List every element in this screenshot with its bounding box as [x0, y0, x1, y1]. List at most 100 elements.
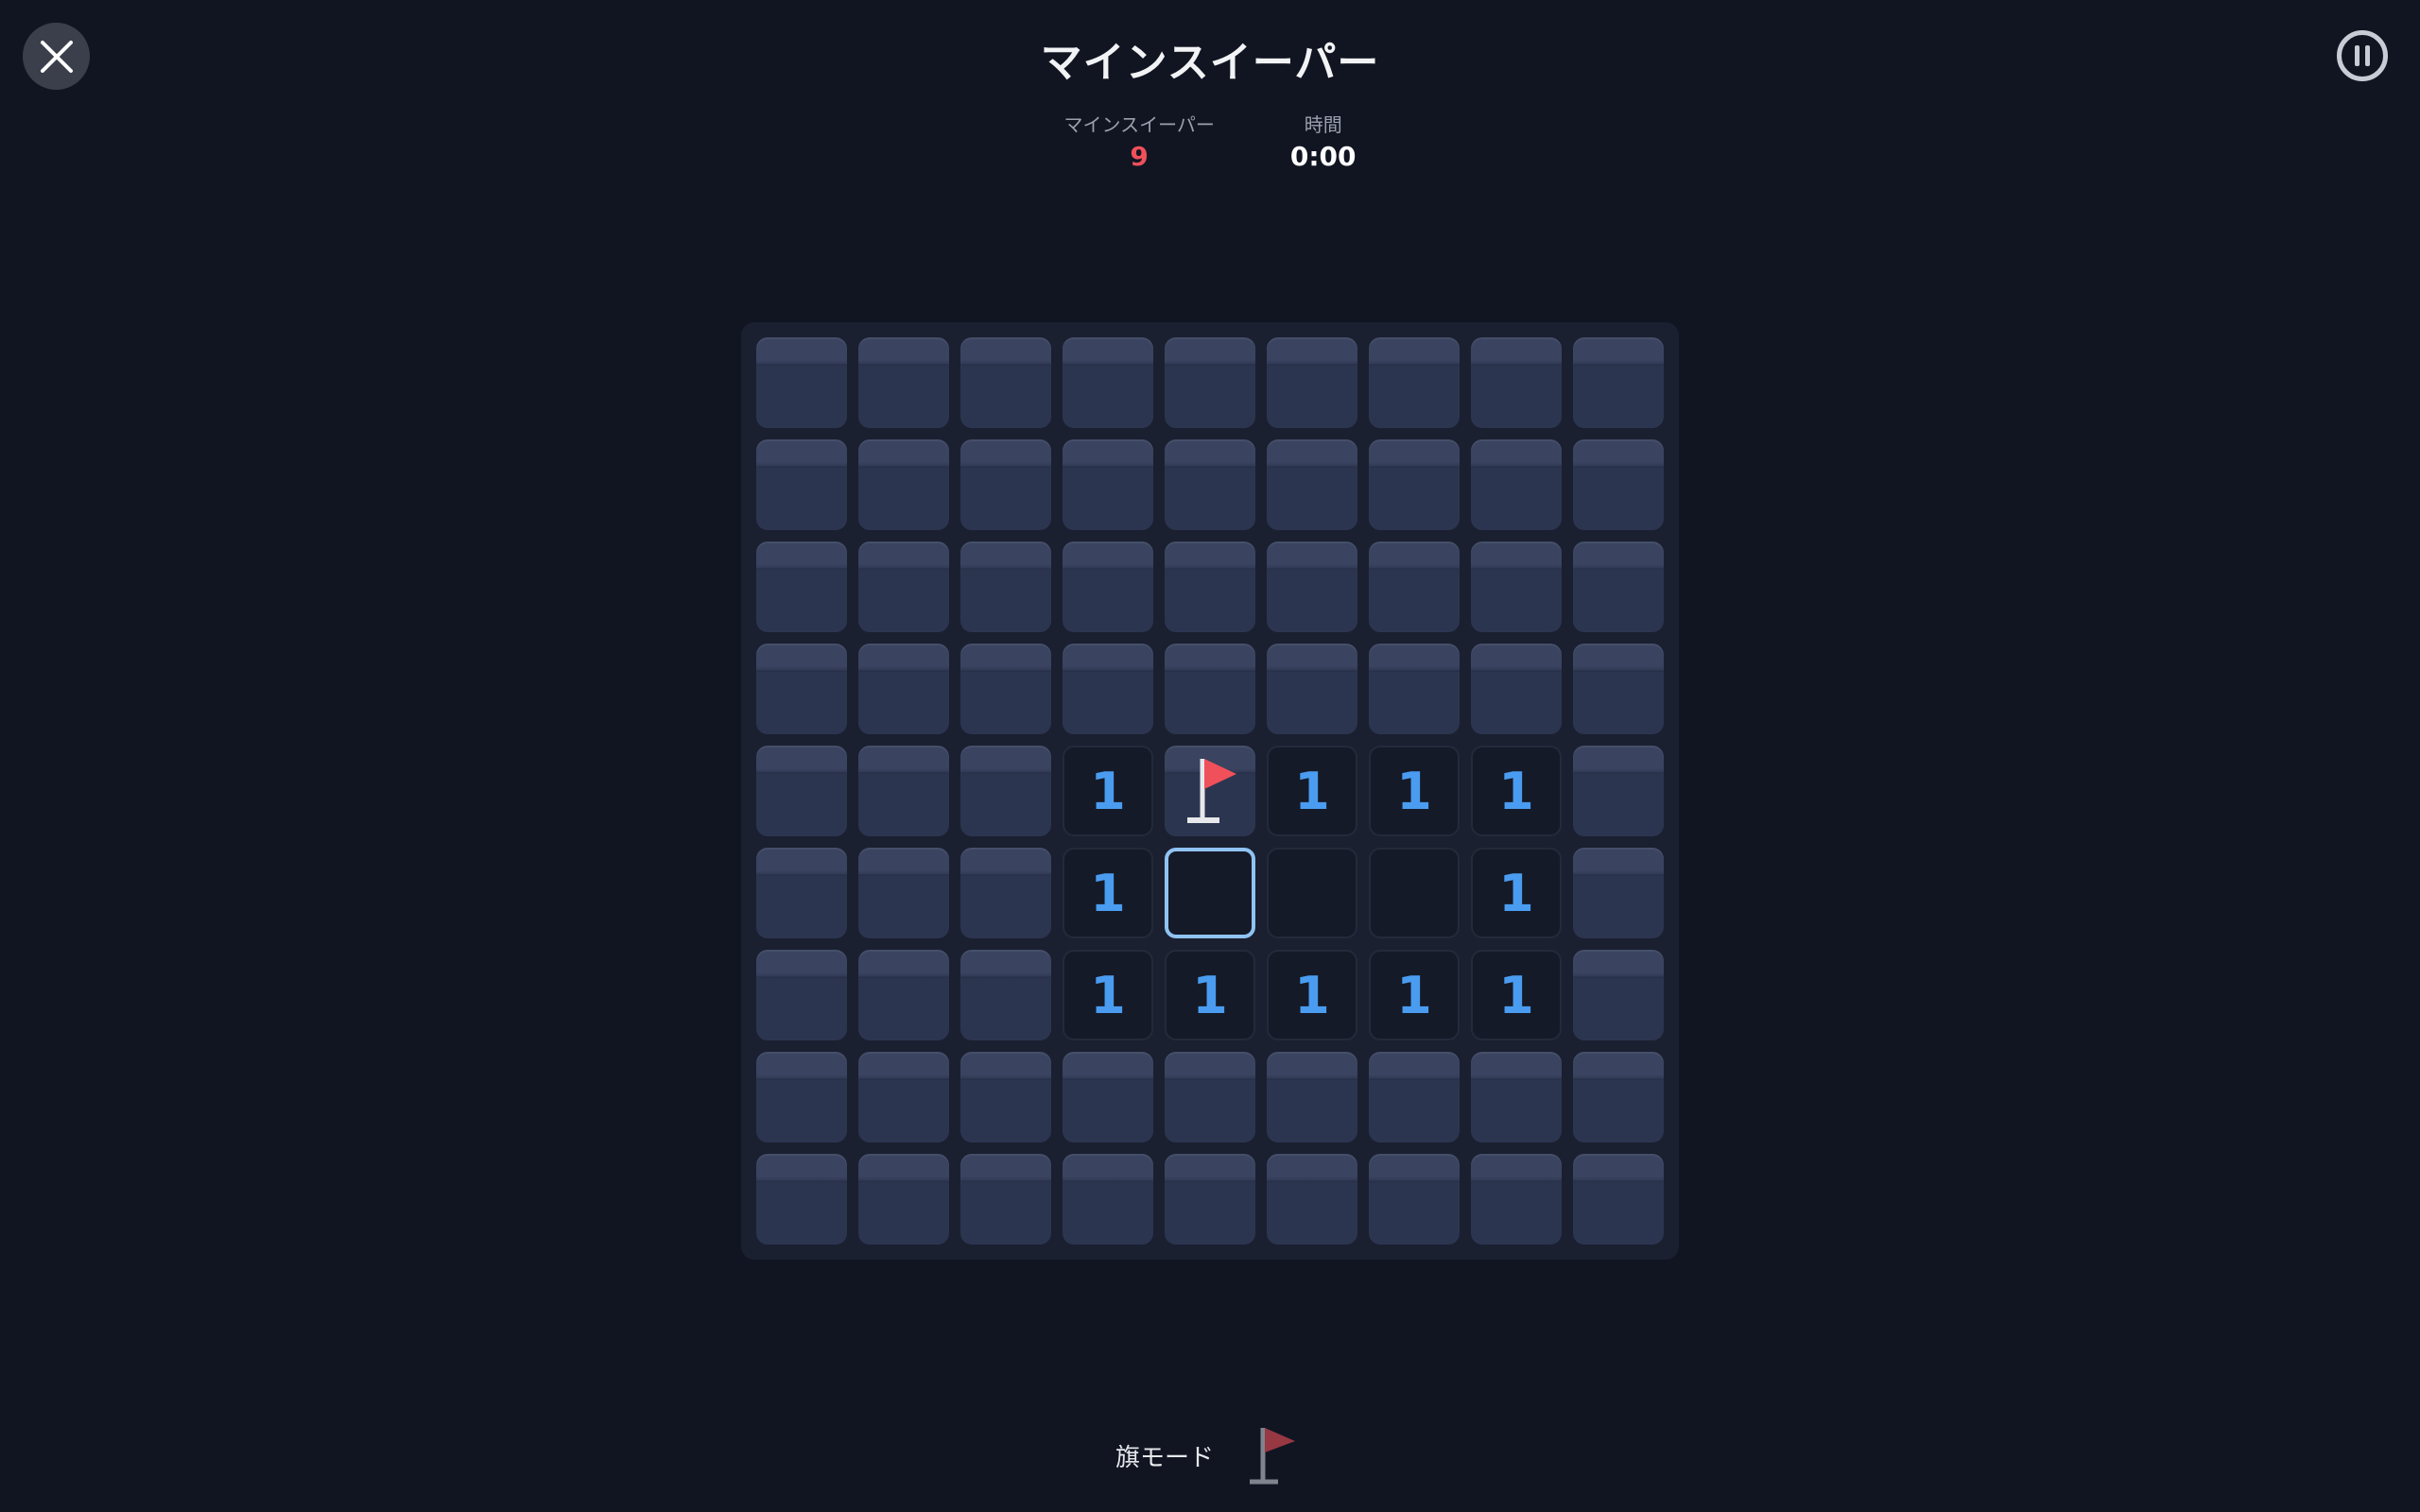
- cell-hidden[interactable]: [1267, 541, 1357, 632]
- cell-hidden[interactable]: [1063, 1154, 1153, 1245]
- cell-hidden[interactable]: [960, 746, 1051, 836]
- cell-number[interactable]: 1: [1267, 950, 1357, 1040]
- cell-hidden[interactable]: [858, 644, 949, 734]
- cell-hidden[interactable]: [960, 950, 1051, 1040]
- cell-hidden[interactable]: [1165, 644, 1255, 734]
- cell-hidden[interactable]: [858, 950, 949, 1040]
- cell-hidden[interactable]: [858, 1052, 949, 1143]
- cell-hidden[interactable]: [960, 439, 1051, 530]
- cell-number[interactable]: 1: [1063, 848, 1153, 938]
- timer-label: 時間: [1304, 113, 1342, 136]
- cell-number-value: 1: [1090, 863, 1126, 923]
- cell-hidden[interactable]: [858, 848, 949, 938]
- cell-hidden[interactable]: [1369, 1154, 1460, 1245]
- cell-hidden[interactable]: [756, 337, 847, 428]
- stats-bar: マインスイーパー 9 時間 0:00: [0, 110, 2420, 172]
- cell-hidden[interactable]: [1063, 1052, 1153, 1143]
- cell-hidden[interactable]: [960, 541, 1051, 632]
- mine-counter: マインスイーパー 9: [1063, 110, 1214, 172]
- cell-hidden[interactable]: [1369, 1052, 1460, 1143]
- cell-number-value: 1: [1498, 761, 1534, 821]
- cell-hidden[interactable]: [1369, 337, 1460, 428]
- cell-hidden[interactable]: [1063, 439, 1153, 530]
- cell-number[interactable]: 1: [1369, 950, 1460, 1040]
- cell-hidden[interactable]: [1471, 1052, 1562, 1143]
- cell-hidden[interactable]: [756, 1154, 847, 1245]
- cell-hidden[interactable]: [1471, 644, 1562, 734]
- cell-hidden[interactable]: [1267, 1154, 1357, 1245]
- cell-number[interactable]: 1: [1267, 746, 1357, 836]
- cell-number[interactable]: 1: [1471, 950, 1562, 1040]
- timer: 時間 0:00: [1290, 110, 1357, 172]
- cell-hidden[interactable]: [756, 746, 847, 836]
- cell-hidden[interactable]: [1471, 541, 1562, 632]
- cell-hidden[interactable]: [756, 541, 847, 632]
- cell-hidden[interactable]: [1165, 439, 1255, 530]
- cell-hidden[interactable]: [1165, 1154, 1255, 1245]
- cell-hidden[interactable]: [1573, 746, 1664, 836]
- cell-flagged[interactable]: [1165, 746, 1255, 836]
- cell-number[interactable]: 1: [1471, 848, 1562, 938]
- cell-empty[interactable]: [1267, 848, 1357, 938]
- cell-hidden[interactable]: [1471, 439, 1562, 530]
- cell-hidden[interactable]: [858, 337, 949, 428]
- flag-mode-button[interactable]: [1242, 1418, 1299, 1493]
- cell-hidden[interactable]: [1573, 1154, 1664, 1245]
- cell-hidden[interactable]: [1063, 541, 1153, 632]
- cell-number-value: 1: [1192, 965, 1228, 1025]
- cell-hidden[interactable]: [1573, 337, 1664, 428]
- cell-number-value: 1: [1294, 965, 1330, 1025]
- cell-hidden[interactable]: [960, 644, 1051, 734]
- cell-hidden[interactable]: [1471, 337, 1562, 428]
- cell-hidden[interactable]: [858, 439, 949, 530]
- cell-hidden[interactable]: [960, 1052, 1051, 1143]
- cell-hidden[interactable]: [1369, 439, 1460, 530]
- cell-hidden[interactable]: [756, 1052, 847, 1143]
- cell-hidden[interactable]: [1267, 337, 1357, 428]
- flag-icon: [1250, 1428, 1295, 1485]
- cell-hidden[interactable]: [960, 1154, 1051, 1245]
- cell-selected[interactable]: [1165, 848, 1255, 938]
- cell-hidden[interactable]: [756, 848, 847, 938]
- cell-hidden[interactable]: [960, 337, 1051, 428]
- flag-icon: [1187, 759, 1236, 823]
- cell-hidden[interactable]: [1369, 644, 1460, 734]
- cell-hidden[interactable]: [1573, 644, 1664, 734]
- cell-hidden[interactable]: [858, 541, 949, 632]
- cell-number[interactable]: 1: [1165, 950, 1255, 1040]
- cell-hidden[interactable]: [1267, 439, 1357, 530]
- cell-hidden[interactable]: [858, 746, 949, 836]
- cell-hidden[interactable]: [756, 950, 847, 1040]
- cell-hidden[interactable]: [858, 1154, 949, 1245]
- cell-number[interactable]: 1: [1369, 746, 1460, 836]
- cell-number-value: 1: [1396, 761, 1432, 821]
- cell-number-value: 1: [1498, 863, 1534, 923]
- minesweeper-app: マインスイーパー マインスイーパー 9 時間 0:00 1 1 1 1 1 1 1 1 1 11 …: [0, 0, 2420, 1512]
- cell-hidden[interactable]: [1471, 1154, 1562, 1245]
- cell-hidden[interactable]: [1369, 541, 1460, 632]
- cell-hidden[interactable]: [1573, 1052, 1664, 1143]
- cell-empty[interactable]: [1369, 848, 1460, 938]
- pause-button[interactable]: [2337, 30, 2388, 81]
- cell-hidden[interactable]: [1063, 644, 1153, 734]
- cell-hidden[interactable]: [1165, 541, 1255, 632]
- cell-hidden[interactable]: [1267, 1052, 1357, 1143]
- cell-hidden[interactable]: [1063, 337, 1153, 428]
- cell-hidden[interactable]: [1165, 1052, 1255, 1143]
- cell-number[interactable]: 1: [1471, 746, 1562, 836]
- cell-hidden[interactable]: [1573, 950, 1664, 1040]
- cell-number[interactable]: 1: [1063, 746, 1153, 836]
- cell-hidden[interactable]: [1267, 644, 1357, 734]
- cell-hidden[interactable]: [1573, 541, 1664, 632]
- cell-number-value: 1: [1498, 965, 1534, 1025]
- cell-number[interactable]: 1: [1063, 950, 1153, 1040]
- cell-hidden[interactable]: [1573, 848, 1664, 938]
- cell-hidden[interactable]: [960, 848, 1051, 938]
- cell-hidden[interactable]: [1573, 439, 1664, 530]
- game-board: 1 1 1 1 1 1 1 1 1 1 1: [741, 322, 1679, 1260]
- cell-number-value: 1: [1294, 761, 1330, 821]
- flag-mode-label: 旗モード: [1115, 1443, 1214, 1472]
- cell-hidden[interactable]: [756, 439, 847, 530]
- cell-hidden[interactable]: [756, 644, 847, 734]
- cell-hidden[interactable]: [1165, 337, 1255, 428]
